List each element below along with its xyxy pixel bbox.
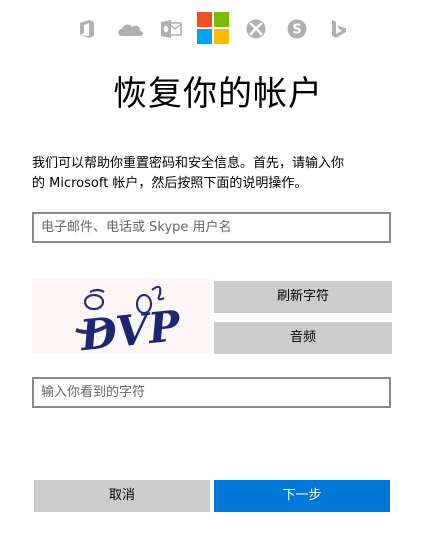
audio-captcha-button[interactable]: 音频 bbox=[214, 322, 392, 354]
skype-icon: S bbox=[287, 19, 307, 39]
svg-text:S: S bbox=[292, 23, 301, 38]
cancel-button[interactable]: 取消 bbox=[34, 480, 210, 512]
instructions-text: 我们可以帮助你重置密码和安全信息。首先，请输入你 的 Microsoft 帐户，… bbox=[32, 154, 402, 194]
next-button[interactable]: 下一步 bbox=[214, 480, 390, 512]
captcha-image: DVP bbox=[32, 278, 210, 360]
bing-icon bbox=[332, 20, 346, 38]
instructions-line-1: 我们可以帮助你重置密码和安全信息。首先，请输入你 bbox=[32, 156, 345, 171]
captcha-input[interactable] bbox=[32, 377, 391, 408]
product-icon-bar: S bbox=[0, 12, 436, 46]
instructions-line-2: 的 Microsoft 帐户，然后按照下面的说明操作。 bbox=[32, 176, 308, 191]
refresh-characters-button[interactable]: 刷新字符 bbox=[214, 281, 392, 313]
account-input[interactable] bbox=[32, 212, 391, 243]
xbox-icon bbox=[246, 19, 266, 39]
page-title: 恢复你的帐户 bbox=[113, 74, 323, 114]
onedrive-icon bbox=[118, 24, 143, 36]
outlook-icon bbox=[161, 20, 182, 38]
office-icon bbox=[80, 20, 94, 38]
microsoft-logo-icon bbox=[197, 12, 229, 44]
